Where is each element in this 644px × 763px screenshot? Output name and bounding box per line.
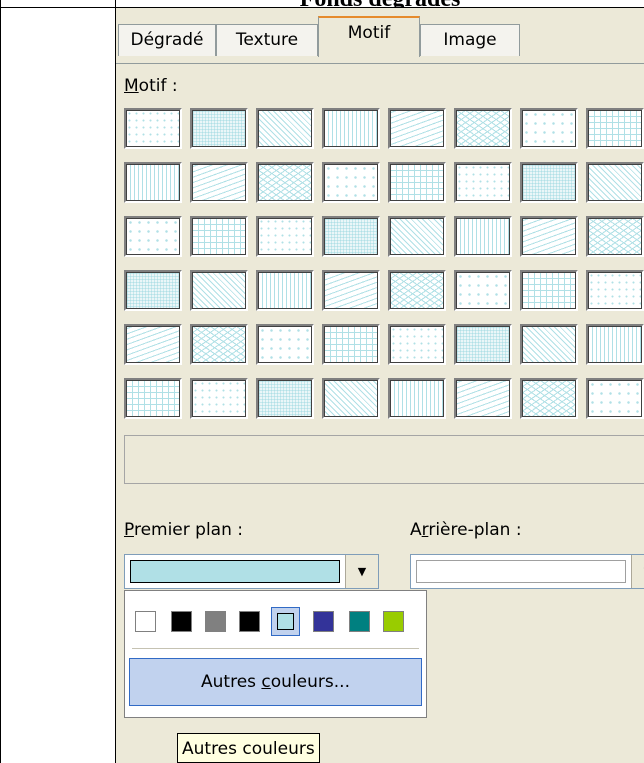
pattern-cell[interactable] (454, 324, 512, 365)
pattern-cell[interactable] (322, 378, 380, 419)
pattern-cell[interactable] (388, 324, 446, 365)
pattern-cell[interactable] (322, 324, 380, 365)
pattern-cell[interactable] (322, 162, 380, 203)
color-picker-popup: Autres couleurs... (124, 590, 427, 718)
pattern-cell[interactable] (520, 378, 578, 419)
background-color-swatch (416, 560, 626, 583)
document-frame-top: Fonds dégradés (0, 0, 644, 12)
pattern-cell[interactable] (256, 378, 314, 419)
tab-gradient[interactable]: Dégradé (118, 24, 216, 56)
pattern-cell[interactable] (388, 162, 446, 203)
pattern-cell[interactable] (256, 162, 314, 203)
pattern-cell[interactable] (190, 216, 248, 257)
foreground-color-dropdown[interactable]: ▼ (124, 554, 379, 589)
foreground-color-swatch (130, 560, 340, 583)
pattern-cell[interactable] (256, 108, 314, 149)
pattern-cell[interactable] (388, 216, 446, 257)
pattern-cell[interactable] (190, 162, 248, 203)
chevron-down-icon[interactable]: ▼ (345, 555, 378, 588)
pattern-cell[interactable] (520, 270, 578, 311)
pattern-cell[interactable] (124, 216, 182, 257)
pattern-cell[interactable] (454, 162, 512, 203)
pattern-cell[interactable] (586, 108, 644, 149)
chevron-down-icon[interactable]: ▼ (631, 555, 644, 588)
pattern-cell[interactable] (322, 216, 380, 257)
color-swatch[interactable] (205, 611, 226, 632)
pattern-cell[interactable] (586, 162, 644, 203)
tab-panel-top-border (116, 63, 644, 64)
pattern-cell[interactable] (124, 324, 182, 365)
tab-picture[interactable]: Image (420, 24, 520, 56)
pattern-cell[interactable] (388, 108, 446, 149)
color-swatch[interactable] (171, 611, 192, 632)
pattern-cell[interactable] (124, 378, 182, 419)
foreground-label: Premier plan : (124, 520, 244, 540)
pattern-preview-box (124, 435, 644, 484)
pattern-cell[interactable] (190, 378, 248, 419)
pattern-cell[interactable] (520, 216, 578, 257)
pattern-cell[interactable] (124, 162, 182, 203)
document-frame-left-border (0, 0, 1, 763)
pattern-label: Motif : (124, 76, 178, 96)
popup-separator (132, 648, 419, 649)
pattern-cell[interactable] (454, 216, 512, 257)
color-swatch[interactable] (135, 611, 156, 632)
pattern-cell[interactable] (586, 324, 644, 365)
pattern-cell[interactable] (190, 324, 248, 365)
pattern-cell[interactable] (520, 108, 578, 149)
more-colors-tooltip: Autres couleurs (177, 733, 320, 763)
pattern-cell[interactable] (586, 216, 644, 257)
background-color-dropdown[interactable]: ▼ (410, 554, 644, 589)
color-swatch[interactable] (239, 611, 260, 632)
pattern-cell[interactable] (454, 108, 512, 149)
pattern-cell[interactable] (388, 378, 446, 419)
pattern-cell[interactable] (388, 270, 446, 311)
background-label: Arrière-plan : (410, 520, 522, 540)
pattern-cell[interactable] (124, 270, 182, 311)
color-swatch[interactable] (349, 611, 370, 632)
fill-effects-dialog: Dégradé Texture Motif Image Motif : Prem… (116, 8, 644, 763)
pattern-cell[interactable] (256, 324, 314, 365)
tab-texture[interactable]: Texture (216, 24, 318, 56)
pattern-cell[interactable] (322, 108, 380, 149)
pattern-cell[interactable] (256, 270, 314, 311)
tab-pattern[interactable]: Motif (318, 16, 420, 57)
pattern-cell[interactable] (256, 216, 314, 257)
pattern-cell[interactable] (190, 108, 248, 149)
pattern-cell[interactable] (190, 270, 248, 311)
pattern-cell[interactable] (520, 162, 578, 203)
pattern-cell[interactable] (454, 270, 512, 311)
color-swatch[interactable] (271, 607, 300, 636)
pattern-cell[interactable] (586, 270, 644, 311)
pattern-cell[interactable] (124, 108, 182, 149)
color-swatch[interactable] (383, 611, 404, 632)
pattern-cell[interactable] (586, 378, 644, 419)
selected-color-fill (277, 613, 294, 630)
tab-bar: Dégradé Texture Motif Image (116, 16, 644, 64)
pattern-cell[interactable] (322, 270, 380, 311)
more-colors-button[interactable]: Autres couleurs... (129, 658, 422, 706)
pattern-cell[interactable] (520, 324, 578, 365)
color-swatch[interactable] (313, 611, 334, 632)
pattern-cell[interactable] (454, 378, 512, 419)
